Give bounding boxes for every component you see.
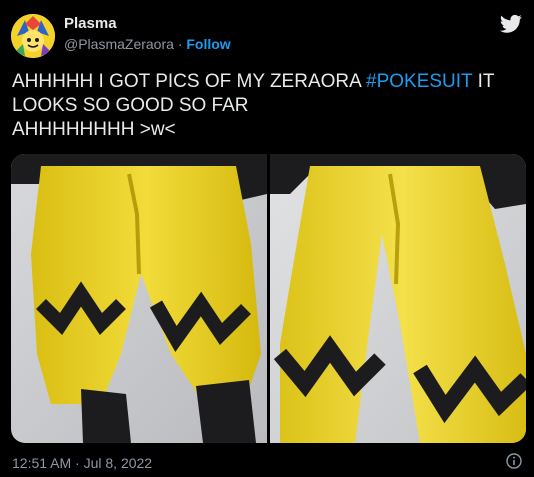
display-name[interactable]: Plasma [64, 15, 117, 32]
tweet-text-line: AHHHHHHHH >w< [12, 119, 176, 140]
tweet-timestamp[interactable]: 12:51 AM · Jul 8, 2022 [12, 455, 152, 471]
handle-line: @PlasmaZeraora · Follow [64, 36, 231, 52]
tweet-text-part: AHHHHH I GOT PICS OF MY ZERAORA [12, 71, 367, 92]
follow-button[interactable]: Follow [186, 36, 230, 52]
tweet-card: Plasma @PlasmaZeraora · Follow AHHHHH I … [0, 0, 534, 477]
user-handle[interactable]: @PlasmaZeraora [64, 36, 174, 52]
photo-2[interactable] [270, 154, 526, 443]
separator-dot: · [177, 36, 183, 52]
media-grid [11, 154, 526, 443]
hashtag-link[interactable]: #POKESUIT [366, 71, 472, 92]
twitter-bird-icon[interactable] [499, 14, 522, 34]
tweet-text: AHHHHH I GOT PICS OF MY ZERAORA #POKESUI… [12, 70, 522, 142]
photo-1[interactable] [11, 154, 267, 443]
info-icon[interactable] [506, 453, 522, 469]
avatar[interactable] [11, 14, 55, 58]
